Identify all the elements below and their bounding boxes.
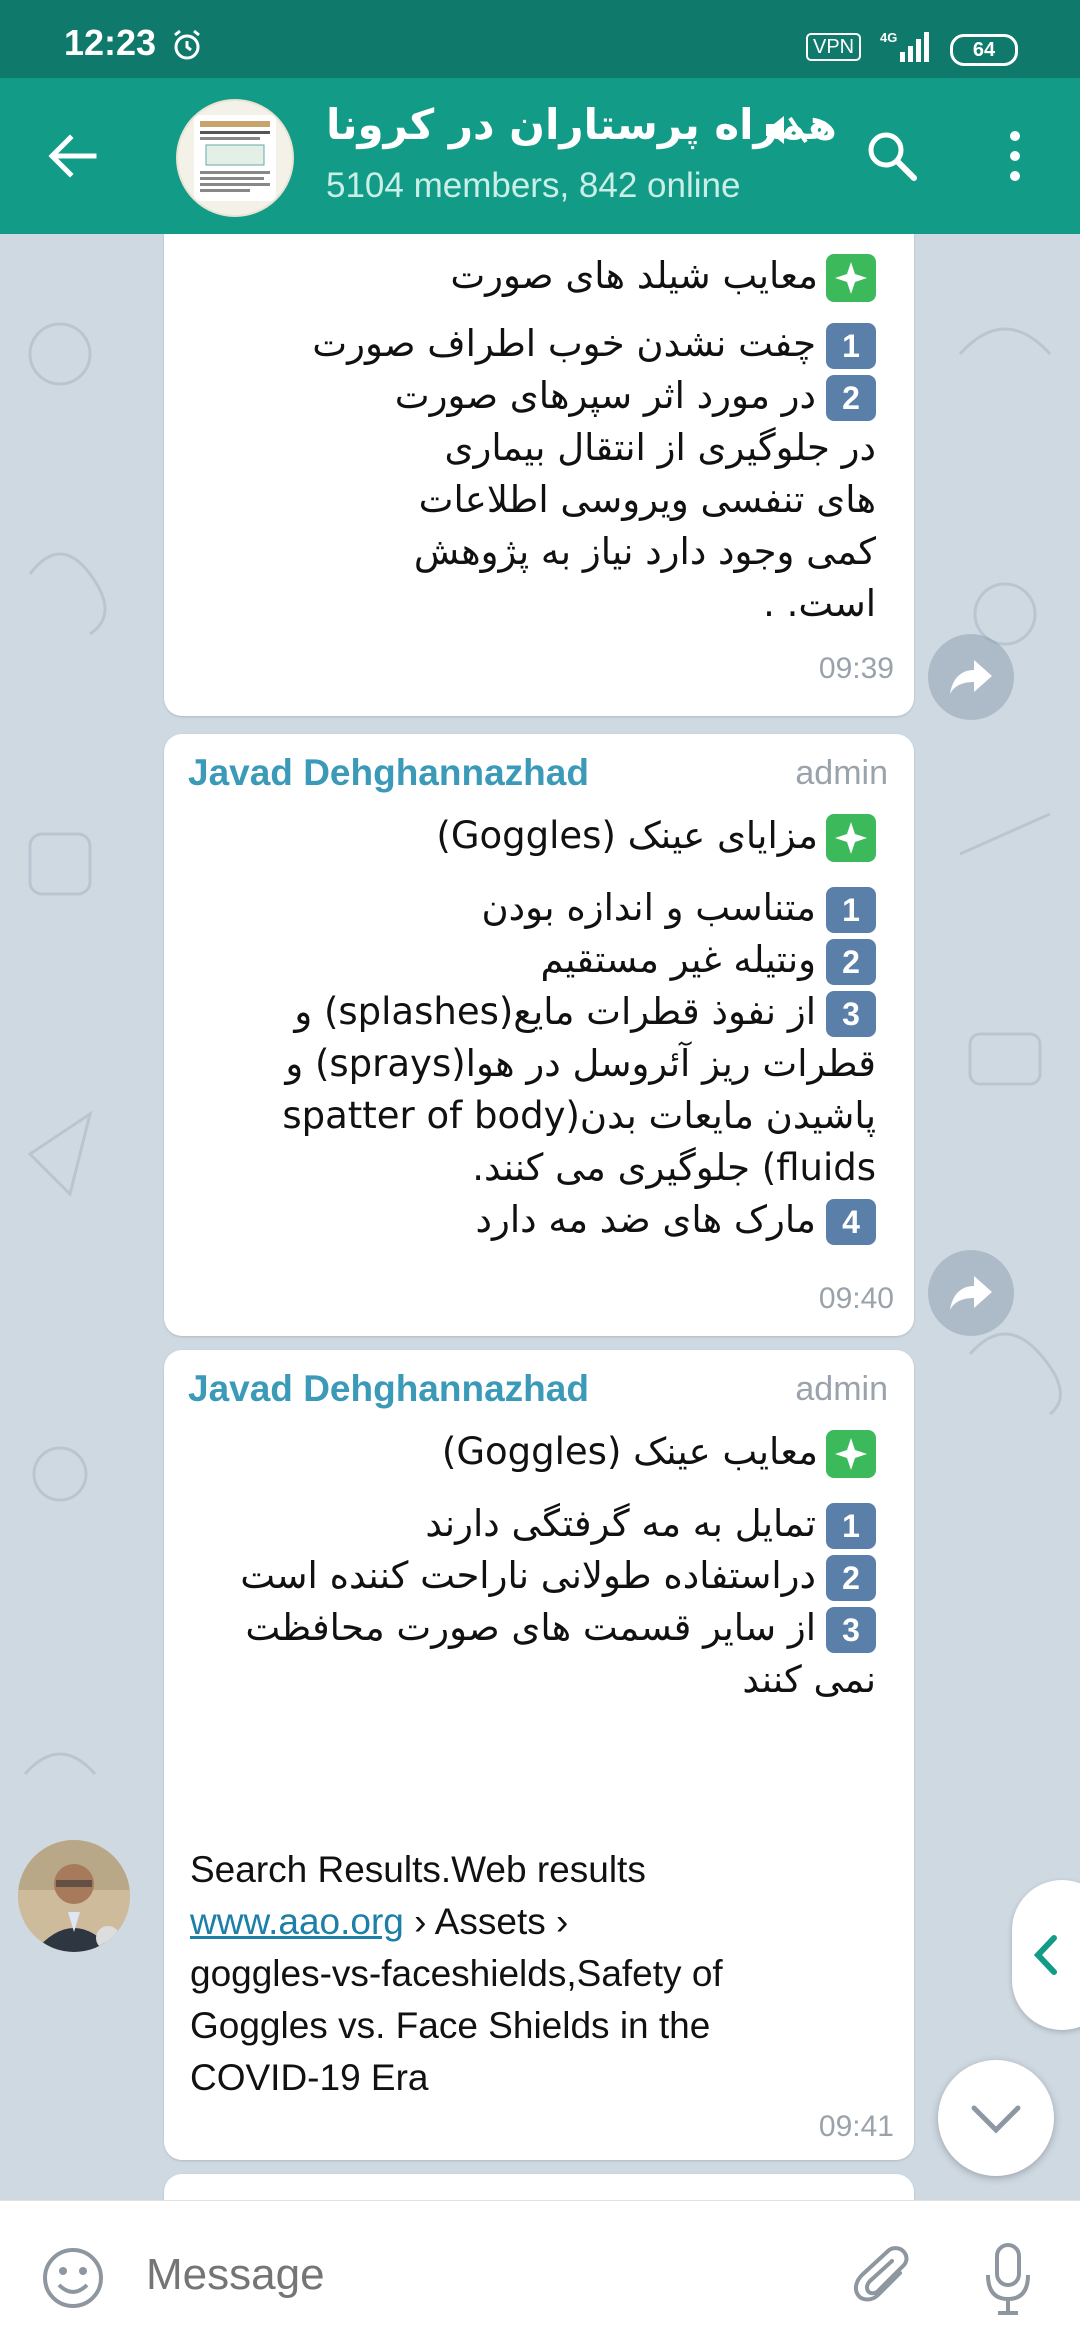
forward-button[interactable] [928, 1250, 1014, 1336]
message-line: های تنفسی ویروسی اطلاعات [418, 478, 876, 521]
sender-name[interactable]: Javad Dehghannazhad [188, 1368, 589, 1410]
sparkle-icon [826, 813, 876, 862]
forward-icon [950, 1276, 992, 1310]
keycap-number-icon: 1 [826, 322, 876, 369]
sparkle-icon [826, 253, 876, 302]
background-doodle-icon [958, 327, 1062, 1416]
search-icon[interactable] [864, 128, 920, 184]
message-heading: مزایای عینک (Goggles) [436, 810, 876, 862]
back-arrow-icon[interactable] [44, 128, 100, 184]
message-line: نمی کنند [742, 1658, 876, 1701]
message-line: fluids) جلوگیری می کنند. [472, 1146, 876, 1189]
keycap-number-icon: 1 [826, 886, 876, 933]
message-line: 2ونتیله غیر مستقیم [540, 934, 876, 986]
message-heading: معایب عینک (Goggles) [442, 1426, 876, 1478]
message-line: 1تمایل به مه گرفتگی دارند [425, 1498, 876, 1550]
muted-speaker-icon [766, 116, 808, 144]
status-time: 12:23 [64, 22, 157, 63]
message-line: 3از سایر قسمت های صورت محافظت [245, 1602, 876, 1654]
aao-link[interactable]: www.aao.org [190, 1901, 404, 1942]
message-bubble[interactable]: معایب شیلد های صورت 1چفت نشدن خوب اطراف … [164, 234, 914, 716]
keycap-number-icon: 3 [826, 990, 876, 1037]
message-line: قطرات ریز آئروسل در هوا(sprays) و [285, 1042, 876, 1085]
group-avatar[interactable] [176, 99, 294, 217]
chevron-down-icon [971, 2105, 1021, 2134]
forward-button[interactable] [928, 634, 1014, 720]
message-line: 1متناسب و اندازه بودن [482, 882, 876, 934]
sender-avatar[interactable] [18, 1840, 130, 1952]
microphone-icon[interactable] [982, 2241, 1034, 2317]
message-line: 2در مورد اثر سپرهای صورت [395, 370, 876, 422]
chat-area[interactable]: معایب شیلد های صورت 1چفت نشدن خوب اطراف … [0, 234, 1080, 2200]
message-line: در جلوگیری از انتقال بیماری [444, 426, 877, 469]
message-line: پاشیدن مایعات بدن(spatter of body [282, 1094, 876, 1137]
keycap-number-icon: 2 [826, 374, 876, 421]
scroll-to-bottom-button[interactable] [938, 2060, 1054, 2176]
keycap-number-icon: 2 [826, 938, 876, 985]
group-subtitle: 5104 members, 842 online [326, 166, 741, 205]
status-bar: 12:23 VPN 4G 64 [0, 0, 1080, 78]
admin-badge: admin [795, 754, 888, 792]
scroll-to-mention-button[interactable] [1012, 1880, 1080, 2030]
web-result-line: goggles-vs-faceshields,Safety of [190, 1953, 723, 1994]
battery-indicator: 64 [950, 34, 1018, 66]
sparkle-icon [826, 1429, 876, 1478]
alarm-icon [174, 29, 200, 60]
message-input[interactable] [144, 2239, 808, 2311]
web-result-line: www.aao.org › Assets › [190, 1901, 569, 1942]
message-line: 4مارک های ضد مه دارد [476, 1194, 876, 1246]
web-result-line: Goggles vs. Face Shields in the [190, 2005, 711, 2046]
keycap-number-icon: 2 [826, 1554, 876, 1601]
signal-icon: 4G [880, 30, 929, 62]
chevron-left-icon [1033, 1935, 1057, 1975]
keycap-number-icon: 3 [826, 1606, 876, 1653]
vpn-badge: VPN [806, 33, 862, 61]
keycap-number-icon: 1 [826, 1502, 876, 1549]
admin-badge: admin [795, 1370, 888, 1408]
message-bubble[interactable]: Javad Dehghannazhad admin معایب عینک (Go… [164, 1350, 914, 2160]
message-line: است. . [763, 582, 876, 625]
more-options-icon[interactable] [1000, 126, 1030, 186]
message-line: 2دراستفاده طولانی ناراحت کننده است [240, 1550, 876, 1602]
message-line: 3از نفوذ قطرات مایع(splashes) و [294, 986, 876, 1038]
message-time: 09:41 [818, 2110, 894, 2143]
chat-header: همراه پرستاران در کرونا 5104 members, 84… [0, 78, 1080, 234]
web-result-line: Search Results.Web results [190, 1849, 646, 1890]
attach-icon[interactable] [852, 2243, 914, 2313]
sender-name[interactable]: Javad Dehghannazhad [188, 752, 589, 794]
message-bubble[interactable] [164, 2174, 914, 2200]
emoji-icon[interactable] [40, 2245, 106, 2311]
message-bubble[interactable]: Javad Dehghannazhad admin مزایای عینک (G… [164, 734, 914, 1336]
message-heading: معایب شیلد های صورت [450, 250, 876, 302]
message-composer [0, 2200, 1080, 2341]
message-line: 1چفت نشدن خوب اطراف صورت [312, 318, 876, 370]
keycap-number-icon: 4 [826, 1198, 876, 1245]
message-line: کمی وجود دارد نیاز به پژوهش [413, 530, 876, 573]
svg-text:4G: 4G [880, 30, 897, 45]
background-doodle-icon [23, 322, 107, 1775]
web-result-line: COVID-19 Era [190, 2057, 429, 2098]
message-time: 09:39 [818, 652, 894, 685]
message-time: 09:40 [818, 1282, 894, 1315]
forward-icon [950, 660, 992, 694]
